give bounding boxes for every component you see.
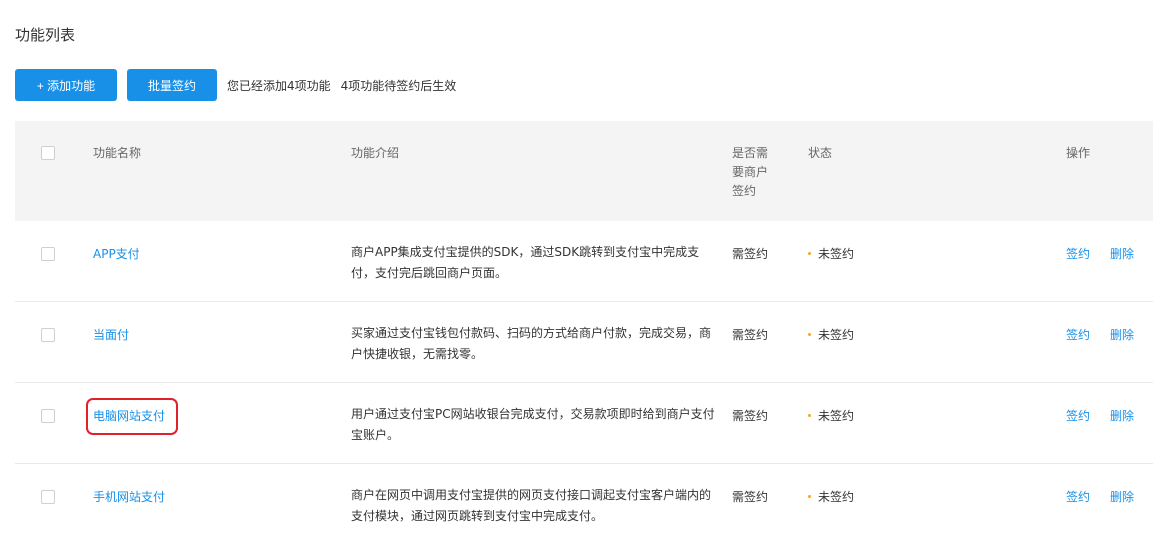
needs-sign-text: 需签约	[732, 490, 769, 504]
row-checkbox[interactable]	[41, 490, 55, 504]
needs-sign-text: 需签约	[732, 409, 769, 423]
page-title: 功能列表	[15, 26, 76, 44]
toolbar: + 添加功能 批量签约 您已经添加4项功能 4项功能待签约后生效	[15, 69, 456, 101]
status-cell: 未签约	[808, 407, 854, 424]
status-cell: 未签约	[808, 326, 854, 343]
row-checkbox[interactable]	[41, 328, 55, 342]
function-description: 买家通过支付宝钱包付款码、扫码的方式给商户付款，完成交易，商户快捷收银，无需找零…	[351, 326, 712, 361]
status-dot-icon	[808, 252, 811, 255]
row-checkbox[interactable]	[41, 409, 55, 423]
status-text: 未签约	[818, 409, 855, 423]
function-name-link[interactable]: 当面付	[93, 326, 129, 343]
function-description: 用户通过支付宝PC网站收银台完成支付，交易款项即时给到商户支付宝账户。	[351, 407, 715, 442]
function-name-link[interactable]: 电脑网站支付	[93, 407, 165, 424]
toolbar-info: 您已经添加4项功能 4项功能待签约后生效	[227, 77, 456, 94]
function-description: 商户APP集成支付宝提供的SDK，通过SDK跳转到支付宝中完成支付，支付完后跳回…	[351, 245, 700, 280]
status-text: 未签约	[818, 490, 855, 504]
row-checkbox[interactable]	[41, 247, 55, 261]
header-needs-sign: 是否需要商户签约	[732, 146, 769, 198]
table-row: 手机网站支付 商户在网页中调用支付宝提供的网页支付接口调起支付宝客户端内的支付模…	[15, 464, 1153, 539]
function-description: 商户在网页中调用支付宝提供的网页支付接口调起支付宝客户端内的支付模块，通过网页跳…	[351, 488, 712, 523]
status-cell: 未签约	[808, 488, 854, 505]
sign-link[interactable]: 签约	[1066, 245, 1090, 262]
add-function-button[interactable]: + 添加功能	[15, 69, 117, 101]
function-name-link[interactable]: APP支付	[93, 245, 140, 262]
function-name-link[interactable]: 手机网站支付	[93, 488, 165, 505]
needs-sign-text: 需签约	[732, 247, 769, 261]
delete-link[interactable]: 删除	[1110, 407, 1134, 424]
header-name: 功能名称	[93, 146, 142, 160]
status-text: 未签约	[818, 328, 855, 342]
delete-link[interactable]: 删除	[1110, 326, 1134, 343]
select-all-checkbox[interactable]	[41, 146, 55, 160]
sign-link[interactable]: 签约	[1066, 326, 1090, 343]
sign-link[interactable]: 签约	[1066, 407, 1090, 424]
needs-sign-text: 需签约	[732, 328, 769, 342]
header-status: 状态	[808, 146, 833, 160]
table-header: 功能名称 功能介绍 是否需要商户签约 状态 操作	[15, 121, 1153, 221]
header-actions: 操作	[1066, 146, 1091, 160]
status-dot-icon	[808, 414, 811, 417]
header-description: 功能介绍	[351, 146, 400, 160]
table-row: 当面付 买家通过支付宝钱包付款码、扫码的方式给商户付款，完成交易，商户快捷收银，…	[15, 302, 1153, 383]
added-count-text: 您已经添加4项功能	[227, 78, 331, 93]
delete-link[interactable]: 删除	[1110, 245, 1134, 262]
batch-sign-button[interactable]: 批量签约	[127, 69, 217, 101]
table-row: APP支付 商户APP集成支付宝提供的SDK，通过SDK跳转到支付宝中完成支付，…	[15, 221, 1153, 302]
status-cell: 未签约	[808, 245, 854, 262]
function-table: 功能名称 功能介绍 是否需要商户签约 状态 操作 APP支付 商户APP集成支付…	[15, 121, 1153, 539]
delete-link[interactable]: 删除	[1110, 488, 1134, 505]
status-dot-icon	[808, 333, 811, 336]
status-text: 未签约	[818, 247, 855, 261]
status-dot-icon	[808, 495, 811, 498]
pending-count-text: 4项功能待签约后生效	[340, 78, 457, 93]
table-row: 电脑网站支付 用户通过支付宝PC网站收银台完成支付，交易款项即时给到商户支付宝账…	[15, 383, 1153, 464]
sign-link[interactable]: 签约	[1066, 488, 1090, 505]
